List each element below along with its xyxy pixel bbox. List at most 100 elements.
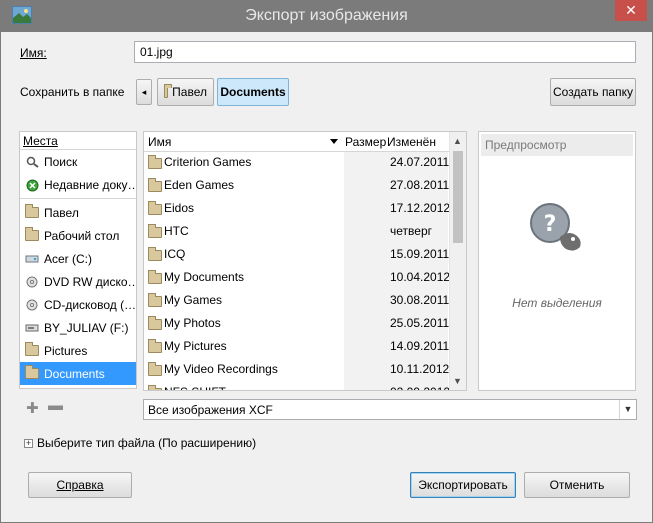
breadcrumb-label: Павел bbox=[172, 85, 207, 99]
file-name: My Photos bbox=[164, 316, 221, 330]
file-modified: 10.04.2012 bbox=[390, 270, 451, 284]
drive-icon bbox=[25, 253, 39, 265]
optical-drive-icon bbox=[25, 299, 39, 311]
scrollbar-thumb[interactable] bbox=[453, 151, 463, 243]
places-header[interactable]: Места bbox=[20, 132, 136, 150]
create-folder-button[interactable]: Создать папку bbox=[550, 78, 636, 106]
file-name: Eidos bbox=[164, 201, 195, 215]
file-filter-select[interactable]: Все изображения XCF ▼ bbox=[143, 399, 637, 420]
cancel-button[interactable]: Отменить bbox=[524, 472, 630, 498]
folder-icon bbox=[148, 362, 162, 376]
column-header-modified[interactable]: Изменён bbox=[387, 135, 436, 149]
breadcrumb-pavel[interactable]: Павел bbox=[157, 78, 214, 106]
file-row[interactable]: My Games 30.08.2011 bbox=[144, 289, 449, 312]
removable-drive-icon bbox=[25, 322, 39, 334]
file-modified: 14.09.2011 bbox=[390, 339, 450, 353]
name-label-text: Имя: bbox=[20, 46, 47, 60]
file-row[interactable]: HTC четверг bbox=[144, 220, 449, 243]
window-title: Экспорт изображения bbox=[245, 7, 408, 24]
folder-icon bbox=[148, 339, 162, 353]
remove-place-button[interactable]: ▬ bbox=[48, 397, 63, 414]
file-name: HTC bbox=[164, 224, 189, 238]
folder-icon bbox=[25, 203, 39, 219]
file-name: My Video Recordings bbox=[164, 362, 278, 376]
folder-icon bbox=[164, 83, 173, 98]
place-label: BY_JULIAV (F:) bbox=[44, 320, 129, 335]
no-selection-text: Нет выделения bbox=[512, 296, 602, 310]
name-label: Имя: bbox=[20, 46, 47, 60]
scroll-up-icon[interactable]: ▲ bbox=[453, 136, 462, 146]
scroll-down-icon[interactable]: ▼ bbox=[453, 376, 462, 386]
file-name: Criterion Games bbox=[164, 155, 252, 169]
file-row[interactable]: Eden Games 27.08.2011 bbox=[144, 174, 449, 197]
breadcrumb-documents[interactable]: Documents bbox=[217, 78, 289, 106]
file-modified: 27.08.2011 bbox=[390, 178, 450, 192]
folder-icon bbox=[148, 270, 162, 284]
file-modified: 02.09.2012 bbox=[390, 385, 450, 390]
no-preview-icon: ? bbox=[530, 203, 581, 251]
path-back-button[interactable]: ◂ bbox=[136, 79, 152, 105]
folder-icon bbox=[148, 247, 162, 261]
preview-header: Предпросмотр bbox=[481, 134, 633, 156]
column-header-size[interactable]: Размер bbox=[345, 135, 386, 149]
file-name: Eden Games bbox=[164, 178, 235, 192]
file-row[interactable]: My Photos 25.05.2011 bbox=[144, 312, 449, 335]
search-icon bbox=[25, 156, 39, 168]
file-name-input[interactable]: 01.jpg bbox=[134, 41, 636, 63]
folder-icon bbox=[148, 385, 162, 390]
folder-icon bbox=[148, 224, 162, 238]
file-row[interactable]: ICQ 15.09.2011 bbox=[144, 243, 449, 266]
place-item-pictures[interactable]: Pictures bbox=[20, 339, 136, 362]
place-item-cd[interactable]: CD-дисковод (… bbox=[20, 293, 136, 316]
expand-icon[interactable]: + bbox=[24, 438, 33, 448]
place-label: Павел bbox=[44, 205, 79, 220]
place-item-recent[interactable]: Недавние доку… bbox=[20, 173, 136, 196]
place-label: Рабочий стол bbox=[44, 228, 120, 243]
folder-icon bbox=[25, 364, 39, 380]
place-label: DVD RW диско… bbox=[44, 274, 136, 289]
file-list-header: Имя Размер Изменён bbox=[144, 132, 466, 152]
sort-descending-icon bbox=[330, 139, 338, 144]
folder-icon bbox=[148, 316, 162, 330]
place-item-dvd[interactable]: DVD RW диско… bbox=[20, 270, 136, 293]
file-name: ICQ bbox=[164, 247, 186, 261]
folder-icon bbox=[148, 155, 162, 169]
file-type-label: Выберите тип файла (По расширению) bbox=[37, 436, 257, 450]
place-label: Documents bbox=[44, 366, 105, 381]
save-in-label: Сохранить в папке bbox=[20, 85, 125, 99]
cancel-label: Отменить bbox=[549, 478, 605, 492]
column-header-name[interactable]: Имя bbox=[148, 135, 171, 149]
close-button[interactable]: ✕ bbox=[615, 0, 647, 21]
file-modified: 17.12.2012 bbox=[390, 201, 451, 215]
place-item-usb[interactable]: BY_JULIAV (F:) bbox=[20, 316, 136, 339]
place-item-documents[interactable]: Documents bbox=[20, 362, 136, 385]
folder-icon bbox=[148, 201, 162, 215]
help-button[interactable]: Справка bbox=[28, 472, 132, 498]
place-item-search[interactable]: Поиск bbox=[20, 150, 136, 173]
places-header-label: Места bbox=[23, 134, 58, 148]
file-name: My Pictures bbox=[164, 339, 227, 353]
add-place-button[interactable]: ✚ bbox=[26, 399, 39, 417]
export-button[interactable]: Экспортировать bbox=[410, 472, 516, 498]
file-type-expander[interactable]: + Выберите тип файла (По расширению) bbox=[24, 436, 256, 450]
file-row[interactable]: NFS SHIFT 02.09.2012 bbox=[144, 381, 450, 390]
place-item-desktop[interactable]: Рабочий стол bbox=[20, 224, 136, 247]
place-label: Acer (C:) bbox=[44, 251, 92, 266]
place-label: Поиск bbox=[44, 154, 78, 169]
place-label: Недавние доку… bbox=[44, 177, 136, 192]
file-modified: 25.05.2011 bbox=[390, 316, 450, 330]
place-item-pavel[interactable]: Павел bbox=[20, 201, 136, 224]
optical-drive-icon bbox=[25, 276, 39, 288]
chevron-down-icon[interactable]: ▼ bbox=[619, 400, 636, 419]
file-row[interactable]: Criterion Games 24.07.2011 bbox=[144, 151, 449, 174]
file-modified: четверг bbox=[390, 224, 432, 238]
file-list-scrollbar[interactable]: ▲ ▼ bbox=[449, 132, 466, 390]
file-row[interactable]: Eidos 17.12.2012 bbox=[144, 197, 451, 220]
export-label: Экспортировать bbox=[418, 478, 508, 492]
file-row[interactable]: My Pictures 14.09.2011 bbox=[144, 335, 449, 358]
place-item-drive-c[interactable]: Acer (C:) bbox=[20, 247, 136, 270]
file-modified: 30.08.2011 bbox=[390, 293, 450, 307]
file-name: NFS SHIFT bbox=[164, 385, 226, 390]
file-row[interactable]: My Video Recordings 10.11.2012 bbox=[144, 358, 449, 381]
file-row[interactable]: My Documents 10.04.2012 bbox=[144, 266, 451, 289]
